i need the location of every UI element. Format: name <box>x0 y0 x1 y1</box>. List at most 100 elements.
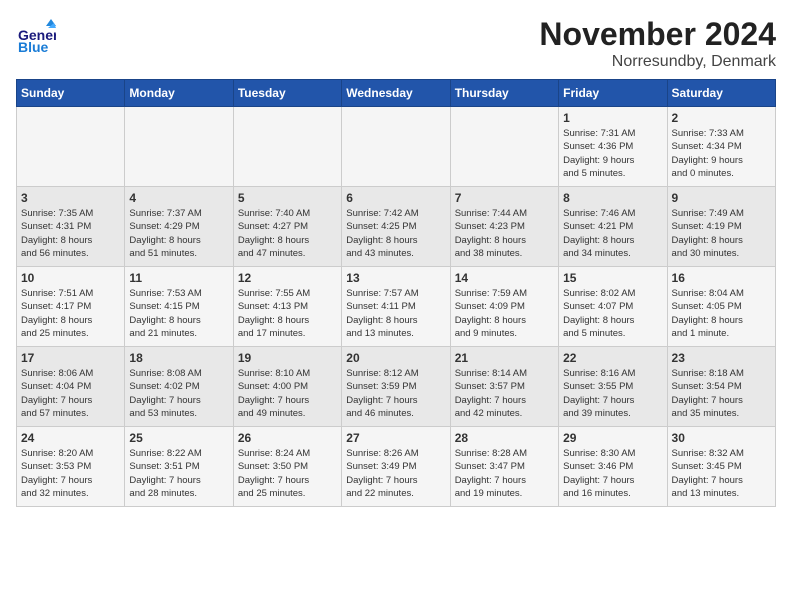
page-header: General Blue November 2024 Norresundby, … <box>16 16 776 71</box>
day-info: Sunrise: 8:04 AM Sunset: 4:05 PM Dayligh… <box>672 287 771 340</box>
day-number: 14 <box>455 271 554 285</box>
day-number: 18 <box>129 351 228 365</box>
calendar-day-cell: 23Sunrise: 8:18 AM Sunset: 3:54 PM Dayli… <box>667 347 775 427</box>
calendar-day-cell: 2 Sunrise: 7:33 AM Sunset: 4:34 PM Daylig… <box>667 107 775 187</box>
calendar-header-cell: Thursday <box>450 80 558 107</box>
calendar-header-cell: Saturday <box>667 80 775 107</box>
calendar-week-row: 24 Sunrise: 8:20 AM Sunset: 3:53 PM Dayli… <box>17 427 776 507</box>
calendar-day-cell: 24 Sunrise: 8:20 AM Sunset: 3:53 PM Dayli… <box>17 427 125 507</box>
calendar-day-cell: 28Sunrise: 8:28 AM Sunset: 3:47 PM Dayli… <box>450 427 558 507</box>
calendar-day-cell: 30 Sunrise: 8:32 AM Sunset: 3:45 PM Dayli… <box>667 427 775 507</box>
calendar-header-cell: Sunday <box>17 80 125 107</box>
day-number: 2 <box>672 111 771 125</box>
title-block: November 2024 Norresundby, Denmark <box>539 16 776 71</box>
day-number: 4 <box>129 191 228 205</box>
day-info: Sunrise: 8:06 AM Sunset: 4:04 PM Dayligh… <box>21 367 120 420</box>
calendar-day-cell: 16 Sunrise: 8:04 AM Sunset: 4:05 PM Dayli… <box>667 267 775 347</box>
calendar-week-row: 17 Sunrise: 8:06 AM Sunset: 4:04 PM Dayli… <box>17 347 776 427</box>
day-info: Sunrise: 7:46 AM Sunset: 4:21 PM Dayligh… <box>563 207 662 260</box>
calendar-body: 1 Sunrise: 7:31 AM Sunset: 4:36 PM Daylig… <box>17 107 776 507</box>
calendar-day-cell: 6 Sunrise: 7:42 AM Sunset: 4:25 PM Daylig… <box>342 187 450 267</box>
calendar-header-cell: Tuesday <box>233 80 341 107</box>
calendar-table: SundayMondayTuesdayWednesdayThursdayFrid… <box>16 79 776 507</box>
day-number: 7 <box>455 191 554 205</box>
day-number: 1 <box>563 111 662 125</box>
day-number: 9 <box>672 191 771 205</box>
calendar-header-cell: Wednesday <box>342 80 450 107</box>
day-info: Sunrise: 8:16 AM Sunset: 3:55 PM Dayligh… <box>563 367 662 420</box>
day-info: Sunrise: 8:30 AM Sunset: 3:46 PM Dayligh… <box>563 447 662 500</box>
day-info: Sunrise: 7:35 AM Sunset: 4:31 PM Dayligh… <box>21 207 120 260</box>
day-info: Sunrise: 7:55 AM Sunset: 4:13 PM Dayligh… <box>238 287 337 340</box>
calendar-day-cell: 18 Sunrise: 8:08 AM Sunset: 4:02 PM Dayli… <box>125 347 233 427</box>
location-title: Norresundby, Denmark <box>539 53 776 71</box>
calendar-day-cell: 17 Sunrise: 8:06 AM Sunset: 4:04 PM Dayli… <box>17 347 125 427</box>
day-info: Sunrise: 7:59 AM Sunset: 4:09 PM Dayligh… <box>455 287 554 340</box>
day-info: Sunrise: 8:32 AM Sunset: 3:45 PM Dayligh… <box>672 447 771 500</box>
day-number: 22 <box>563 351 662 365</box>
calendar-day-cell: 13 Sunrise: 7:57 AM Sunset: 4:11 PM Dayli… <box>342 267 450 347</box>
calendar-day-cell: 7 Sunrise: 7:44 AM Sunset: 4:23 PM Daylig… <box>450 187 558 267</box>
calendar-day-cell: 15Sunrise: 8:02 AM Sunset: 4:07 PM Dayli… <box>559 267 667 347</box>
day-info: Sunrise: 8:20 AM Sunset: 3:53 PM Dayligh… <box>21 447 120 500</box>
day-number: 12 <box>238 271 337 285</box>
day-number: 19 <box>238 351 337 365</box>
calendar-day-cell: 3 Sunrise: 7:35 AM Sunset: 4:31 PM Daylig… <box>17 187 125 267</box>
day-info: Sunrise: 8:10 AM Sunset: 4:00 PM Dayligh… <box>238 367 337 420</box>
calendar-day-cell: 22 Sunrise: 8:16 AM Sunset: 3:55 PM Dayli… <box>559 347 667 427</box>
day-number: 27 <box>346 431 445 445</box>
day-number: 16 <box>672 271 771 285</box>
calendar-day-cell: 5Sunrise: 7:40 AM Sunset: 4:27 PM Daylig… <box>233 187 341 267</box>
day-info: Sunrise: 7:37 AM Sunset: 4:29 PM Dayligh… <box>129 207 228 260</box>
calendar-week-row: 3 Sunrise: 7:35 AM Sunset: 4:31 PM Daylig… <box>17 187 776 267</box>
svg-text:Blue: Blue <box>18 39 49 55</box>
day-number: 6 <box>346 191 445 205</box>
day-info: Sunrise: 7:51 AM Sunset: 4:17 PM Dayligh… <box>21 287 120 340</box>
calendar-day-cell: 10 Sunrise: 7:51 AM Sunset: 4:17 PM Dayli… <box>17 267 125 347</box>
calendar-day-cell: 4 Sunrise: 7:37 AM Sunset: 4:29 PM Daylig… <box>125 187 233 267</box>
calendar-day-cell: 21 Sunrise: 8:14 AM Sunset: 3:57 PM Dayli… <box>450 347 558 427</box>
day-number: 3 <box>21 191 120 205</box>
day-number: 20 <box>346 351 445 365</box>
day-number: 13 <box>346 271 445 285</box>
day-info: Sunrise: 7:44 AM Sunset: 4:23 PM Dayligh… <box>455 207 554 260</box>
day-number: 23 <box>672 351 771 365</box>
logo: General Blue <box>16 16 60 56</box>
day-info: Sunrise: 8:22 AM Sunset: 3:51 PM Dayligh… <box>129 447 228 500</box>
day-info: Sunrise: 7:57 AM Sunset: 4:11 PM Dayligh… <box>346 287 445 340</box>
calendar-day-cell <box>125 107 233 187</box>
day-info: Sunrise: 8:08 AM Sunset: 4:02 PM Dayligh… <box>129 367 228 420</box>
day-number: 24 <box>21 431 120 445</box>
day-info: Sunrise: 8:14 AM Sunset: 3:57 PM Dayligh… <box>455 367 554 420</box>
calendar-week-row: 10 Sunrise: 7:51 AM Sunset: 4:17 PM Dayli… <box>17 267 776 347</box>
calendar-day-cell: 8 Sunrise: 7:46 AM Sunset: 4:21 PM Daylig… <box>559 187 667 267</box>
calendar-day-cell: 14 Sunrise: 7:59 AM Sunset: 4:09 PM Dayli… <box>450 267 558 347</box>
day-number: 26 <box>238 431 337 445</box>
day-number: 11 <box>129 271 228 285</box>
calendar-day-cell: 27Sunrise: 8:26 AM Sunset: 3:49 PM Dayli… <box>342 427 450 507</box>
day-info: Sunrise: 7:53 AM Sunset: 4:15 PM Dayligh… <box>129 287 228 340</box>
day-number: 30 <box>672 431 771 445</box>
day-info: Sunrise: 7:31 AM Sunset: 4:36 PM Dayligh… <box>563 127 662 180</box>
calendar-header-cell: Friday <box>559 80 667 107</box>
day-info: Sunrise: 8:24 AM Sunset: 3:50 PM Dayligh… <box>238 447 337 500</box>
day-number: 29 <box>563 431 662 445</box>
calendar-day-cell: 9Sunrise: 7:49 AM Sunset: 4:19 PM Daylig… <box>667 187 775 267</box>
calendar-day-cell <box>342 107 450 187</box>
calendar-day-cell: 25Sunrise: 8:22 AM Sunset: 3:51 PM Dayli… <box>125 427 233 507</box>
day-number: 28 <box>455 431 554 445</box>
day-number: 10 <box>21 271 120 285</box>
day-number: 5 <box>238 191 337 205</box>
day-number: 21 <box>455 351 554 365</box>
calendar-header-row: SundayMondayTuesdayWednesdayThursdayFrid… <box>17 80 776 107</box>
day-info: Sunrise: 7:33 AM Sunset: 4:34 PM Dayligh… <box>672 127 771 180</box>
logo-icon: General Blue <box>16 16 56 56</box>
calendar-day-cell <box>233 107 341 187</box>
calendar-day-cell: 29 Sunrise: 8:30 AM Sunset: 3:46 PM Dayli… <box>559 427 667 507</box>
day-info: Sunrise: 8:12 AM Sunset: 3:59 PM Dayligh… <box>346 367 445 420</box>
day-number: 17 <box>21 351 120 365</box>
day-info: Sunrise: 7:42 AM Sunset: 4:25 PM Dayligh… <box>346 207 445 260</box>
month-title: November 2024 <box>539 16 776 53</box>
day-number: 8 <box>563 191 662 205</box>
day-number: 15 <box>563 271 662 285</box>
